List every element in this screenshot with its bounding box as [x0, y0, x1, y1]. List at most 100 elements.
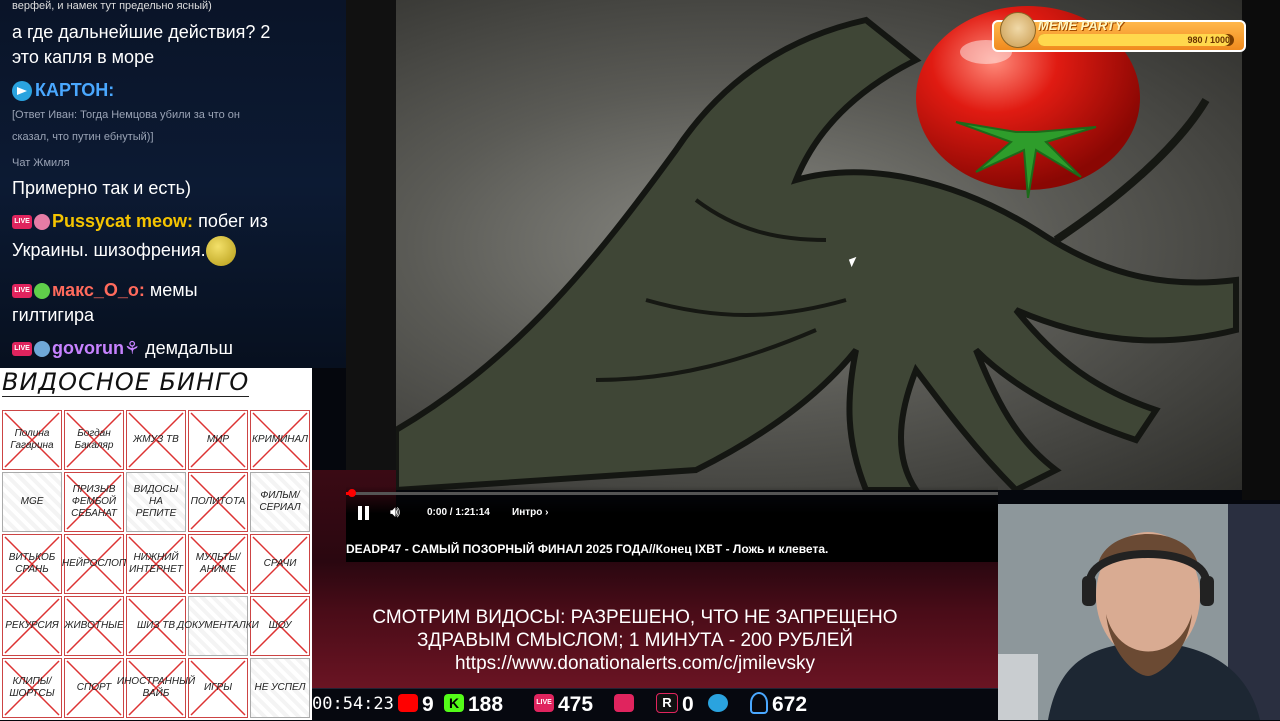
bingo-cell-label: ПРИЗЫВ ФЕМБОЙ СЕБАНАТ — [71, 484, 117, 519]
chat-username: govorun — [52, 338, 124, 358]
youtube-count: 9 — [422, 693, 434, 716]
bingo-cell-label: КЛИПЫ/ ШОРТСЫ — [9, 676, 55, 699]
chapter-label: Интро — [512, 507, 543, 518]
kick-viewers: K 188 — [444, 692, 503, 718]
meme-party-progress-bar: 980 / 1000 — [1038, 34, 1234, 46]
chapter-button[interactable]: Интро › — [512, 507, 548, 518]
bingo-cell: НЕ УСПЕЛ — [250, 658, 310, 718]
donation-link: https://www.donationalerts.com/c/jmilevs… — [454, 653, 816, 674]
bingo-cell: ИНОСТРАННЫЙ ВАЙБ — [117, 658, 195, 718]
progress-scrubber[interactable] — [348, 489, 356, 497]
rules-line: СМОТРИМ ВИДОСЫ: РАЗРЕШЕНО, ЧТО НЕ ЗАПРЕЩ… — [372, 607, 898, 628]
chat-panel: верфей, и намек тут предельно ясный) а г… — [0, 0, 346, 368]
r-count: 0 — [682, 693, 694, 716]
bingo-cell: НЕЙРОСЛОП — [61, 534, 127, 594]
meme-party-value: 980 / 1000 — [1187, 35, 1230, 45]
live-viewers: LIVE 475 — [534, 692, 593, 718]
bingo-cell-label: ШИЗ ТВ — [136, 620, 176, 631]
chat-reply-quote: сказал, что путин ебнутый)] — [12, 131, 154, 143]
bingo-cell-label: КРИМИНАЛ — [252, 434, 308, 445]
chat-message-text: побег из — [198, 211, 268, 231]
bingo-cell-label: ШОУ — [268, 620, 292, 631]
video-player-controls: 🔊︎ 0:00 / 1:21:14 Интро › — [346, 486, 998, 532]
meme-party-widget: MEME PARTY 980 / 1000 — [992, 12, 1246, 52]
bingo-cell: ФИЛЬМ/ СЕРИАЛ — [250, 472, 310, 532]
bingo-cell: ЖИВОТНЫЕ — [64, 596, 124, 656]
chat-message-text: мемы — [149, 280, 198, 300]
bingo-cell: Полина Гагарина — [2, 410, 62, 470]
r-viewers: R0 — [656, 692, 694, 718]
bingo-cell-label: СПОРТ — [76, 682, 112, 693]
meme-party-title: MEME PARTY — [1038, 18, 1124, 33]
chat-message-text: а где дальнейшие действия? 2 — [12, 22, 271, 42]
chat-message-text: Примерно так и есть) — [12, 178, 191, 198]
kick-icon: K — [444, 694, 464, 713]
youtube-icon — [398, 694, 418, 713]
bingo-cell: ПРИЗЫВ ФЕМБОЙ СЕБАНАТ — [64, 472, 124, 532]
bingo-cell: ВИТЬКОБ СРАНЬ — [2, 534, 62, 594]
bingo-cell: КЛИПЫ/ ШОРТСЫ — [2, 658, 62, 718]
chat-username: Pussycat meow: — [52, 211, 194, 231]
uptime-clock: 00:54:23 — [312, 694, 394, 714]
bingo-cell-label: РЕКУРСИЯ — [5, 620, 59, 631]
chat-message: LIVE govorun⚘ демдальш — [12, 336, 233, 360]
live-count: 475 — [558, 693, 594, 716]
bingo-cell: ВИДОСЫ НА РЕПИТЕ — [126, 472, 186, 532]
bingo-card: ВИДОСНОЕ БИНГО Полина Гагарина Богдан Бак… — [0, 368, 312, 720]
chat-username: КАРТОН: — [35, 80, 115, 100]
chat-message-text: Украины. шизофрения. — [12, 239, 206, 260]
video-letterbox — [1242, 0, 1280, 500]
bingo-cell-label: НЕЙРОСЛОП — [61, 558, 127, 569]
bingo-cell-label: ЖИВОТНЫЕ — [64, 620, 124, 631]
chat-message-text: это капля в море — [12, 47, 155, 67]
bingo-cell: ДОКУМЕНТАЛКИ — [177, 596, 259, 656]
webcam-feed — [998, 504, 1280, 720]
emote-icon — [205, 236, 236, 266]
bingo-cell: ИГРЫ — [188, 658, 248, 718]
chevron-right-icon: › — [545, 507, 549, 518]
bingo-cell: НИЖНИЙ ИНТЕРНЕТ — [126, 534, 186, 594]
telegram-viewers — [708, 692, 732, 718]
bingo-cell-label: МИР — [206, 434, 230, 445]
streamer-image — [998, 504, 1280, 720]
bingo-cell-label: МУЛЬТЫ/ АНИМЕ — [195, 552, 241, 575]
r-icon: R — [656, 693, 678, 714]
chat-message-text: верфей, и намек тут предельно ясный) — [12, 0, 212, 12]
live-icon: LIVE — [534, 694, 554, 713]
total-viewers: 672 — [750, 692, 807, 718]
bingo-cell-label: ФИЛЬМ/ СЕРИАЛ — [259, 490, 301, 513]
bingo-cell-label: НЕ УСПЕЛ — [254, 682, 306, 693]
bingo-cell-label: ВИТЬКОБ СРАНЬ — [8, 552, 56, 575]
bingo-cell: МИР — [188, 410, 248, 470]
telegram-icon — [12, 81, 32, 102]
live-icon: LIVE — [12, 342, 32, 357]
viewers-count: 672 — [772, 693, 808, 716]
kick-count: 188 — [468, 693, 504, 716]
bingo-cell: ШОУ — [250, 596, 310, 656]
rutube-icon — [614, 694, 634, 713]
video-letterbox — [346, 0, 396, 470]
bingo-cell-label: Полина Гагарина — [10, 428, 54, 451]
chat-message: КАРТОН: — [12, 78, 114, 102]
doge-icon — [1000, 12, 1036, 48]
chat-reply-quote: [Ответ Иван: Тогда Немцова убили за что … — [12, 109, 240, 121]
progress-bar[interactable] — [346, 489, 998, 497]
bingo-cell-label: НИЖНИЙ ИНТЕРНЕТ — [129, 552, 183, 575]
bingo-cell-label: ВИДОСЫ НА РЕПИТЕ — [133, 484, 179, 519]
bingo-cell-label: СРАЧИ — [263, 558, 297, 569]
time-display: 0:00 / 1:21:14 — [427, 507, 490, 518]
bingo-cell: КРИМИНАЛ — [250, 410, 310, 470]
avatar — [34, 341, 50, 358]
telegram-icon — [708, 694, 728, 713]
bingo-title: ВИДОСНОЕ БИНГО — [2, 368, 250, 397]
stream-stats-bar: 00:54:23 9 K 188 LIVE 475 R0 672 — [312, 688, 998, 721]
bingo-cell: MGE — [2, 472, 62, 532]
chat-message-text: демдальш — [145, 338, 233, 358]
bingo-cell-label: Богдан Бакаляр — [74, 428, 114, 451]
youtube-viewers: 9 — [398, 692, 434, 718]
chat-message-text: гилтигира — [12, 305, 95, 325]
pause-button[interactable] — [358, 506, 370, 520]
live-icon: LIVE — [12, 215, 32, 230]
avatar — [34, 283, 50, 300]
volume-button[interactable]: 🔊︎ — [390, 504, 400, 522]
